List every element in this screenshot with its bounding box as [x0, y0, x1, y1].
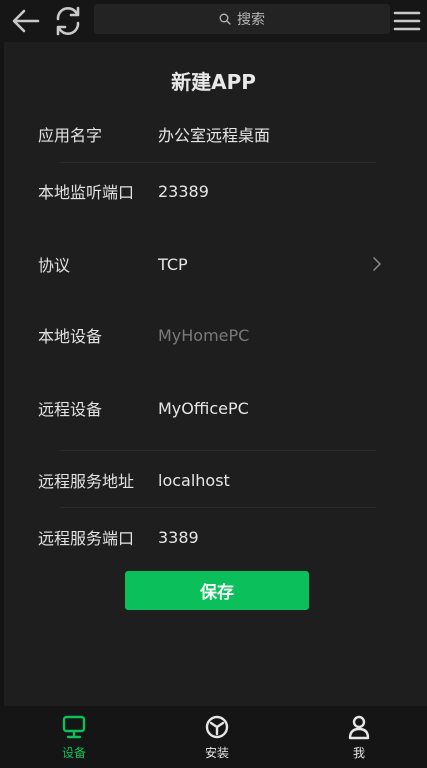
menu-button[interactable] — [390, 4, 424, 38]
divider — [60, 507, 376, 508]
remote-port-field[interactable]: 3389 — [158, 528, 199, 547]
protocol-label: 协议 — [38, 256, 71, 275]
local-device-field[interactable]: MyHomePC — [158, 326, 249, 345]
back-button[interactable] — [9, 4, 43, 38]
page-title: 新建APP — [171, 70, 256, 94]
hamburger-menu-icon — [393, 11, 421, 31]
monitor-icon — [62, 715, 86, 739]
nav-install-label: 安装 — [204, 746, 229, 760]
install-icon — [205, 715, 229, 739]
remote-port-row[interactable]: 远程服务端口 3389 — [0, 519, 427, 555]
local-port-row[interactable]: 本地监听端口 23389 — [0, 173, 427, 209]
chevron-right-icon — [373, 257, 381, 271]
app-screen: 搜索 新建APP 应用名字 办公室远程桌面 本地监听端口 23389 协议 TC… — [0, 0, 427, 768]
remote-device-label: 远程设备 — [38, 400, 103, 419]
local-port-label: 本地监听端口 — [38, 183, 135, 202]
app-name-field[interactable]: 办公室远程桌面 — [158, 122, 270, 146]
nav-me-label: 我 — [352, 746, 365, 760]
nav-me[interactable]: 我 — [319, 714, 399, 768]
protocol-row[interactable]: 协议 TCP — [0, 246, 427, 282]
search-placeholder: 搜索 — [237, 12, 265, 28]
save-button[interactable]: 保存 — [125, 571, 309, 610]
nav-devices[interactable]: 设备 — [34, 714, 114, 768]
refresh-icon — [56, 6, 80, 36]
app-name-label: 应用名字 — [38, 126, 103, 145]
remote-address-row[interactable]: 远程服务地址 localhost — [0, 462, 427, 498]
refresh-button[interactable] — [51, 4, 85, 38]
local-device-label: 本地设备 — [38, 327, 103, 346]
top-bar: 搜索 — [0, 0, 427, 42]
search-icon — [219, 13, 231, 25]
back-arrow-icon — [12, 9, 40, 33]
protocol-value[interactable]: TCP — [158, 255, 188, 274]
remote-port-label: 远程服务端口 — [38, 529, 135, 548]
local-port-field[interactable]: 23389 — [158, 182, 209, 201]
nav-install[interactable]: 安装 — [177, 714, 257, 768]
person-icon — [348, 715, 370, 740]
nav-devices-label: 设备 — [61, 746, 86, 760]
divider — [60, 162, 376, 163]
divider — [60, 450, 376, 451]
remote-device-field[interactable]: MyOfficePC — [158, 399, 249, 418]
search-input[interactable]: 搜索 — [94, 4, 390, 34]
remote-address-label: 远程服务地址 — [38, 472, 135, 491]
app-name-row[interactable]: 应用名字 办公室远程桌面 — [0, 116, 427, 152]
remote-address-field[interactable]: localhost — [158, 471, 230, 490]
bottom-nav: 设备 安装 我 — [0, 706, 427, 768]
local-device-row[interactable]: 本地设备 MyHomePC — [0, 317, 427, 353]
remote-device-row[interactable]: 远程设备 MyOfficePC — [0, 390, 427, 426]
